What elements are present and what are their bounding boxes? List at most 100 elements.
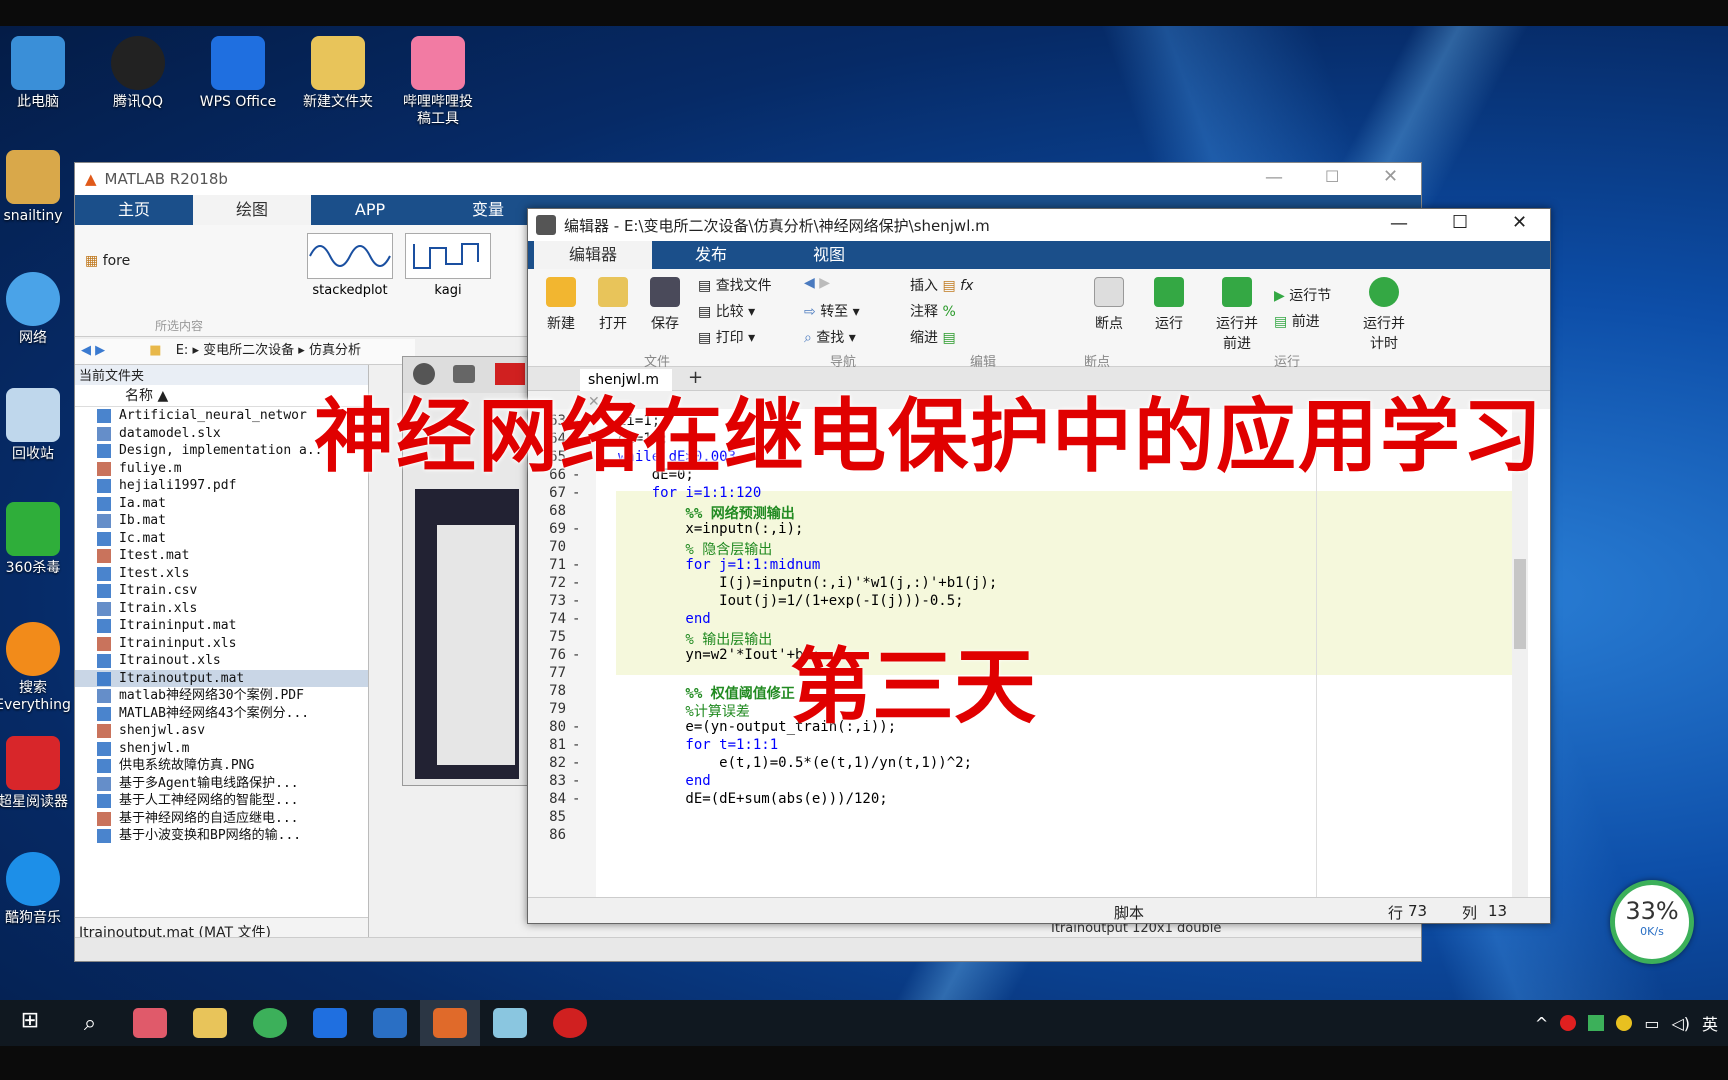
code-line[interactable]: % 隐含层输出 [618,539,772,559]
tab-home[interactable]: 主页 [75,195,193,225]
file-list-item[interactable]: Itraininput.mat [75,617,368,635]
file-list-item[interactable]: Ic.mat [75,530,368,548]
line-marker[interactable]: - [572,737,580,753]
editor-window[interactable]: 编辑器 - E:\变电所二次设备\仿真分析\神经网络保护\shenjwl.m —… [527,208,1551,924]
file-list-item[interactable]: 基于人工神经网络的智能型... [75,792,368,810]
file-list-item[interactable]: Itrain.xls [75,600,368,618]
line-marker[interactable]: - [572,647,580,663]
file-list-item[interactable]: Itest.mat [75,547,368,565]
file-list-item[interactable]: 供电系统故障仿真.PNG [75,757,368,775]
line-marker[interactable]: - [572,521,580,537]
back-arrow-icon[interactable]: ◀ [804,275,815,291]
comment-button[interactable]: 注释 % [910,301,956,321]
minimize-icon[interactable]: — [1390,213,1408,234]
desktop-icon-recycle-bin[interactable]: 回收站 [0,388,78,463]
desktop-icon-kugou[interactable]: 酷狗音乐 [0,852,78,927]
file-list-item[interactable]: MATLAB神经网络43个案例分... [75,705,368,723]
path-segment[interactable]: 变电所二次设备 [203,343,294,358]
code-line[interactable]: Iout(j)=1/(1+exp(-I(j)))-0.5; [618,593,963,609]
save-button[interactable]: 保存 [642,277,688,333]
taskbar-wps[interactable] [300,1000,360,1046]
file-list-item[interactable]: 基于神经网络的自适应继电... [75,810,368,828]
line-marker[interactable]: - [572,575,580,591]
run-and-time-button[interactable]: 运行并 计时 [1358,277,1410,353]
plot-stackedplot[interactable]: stackedplot [307,233,393,298]
path-segment[interactable]: 仿真分析 [309,343,361,358]
variable-selector[interactable]: ▦ fore [85,253,130,269]
file-list-item[interactable]: matlab神经网络30个案例.PDF [75,687,368,705]
desktop-icon-chaoxing[interactable]: 超星阅读器 [0,736,78,811]
code-line[interactable]: end [618,611,710,627]
file-list-item[interactable]: shenjwl.asv [75,722,368,740]
file-list-item[interactable]: 基于小波变换和BP网络的输... [75,827,368,845]
find-button[interactable]: ⌕ 查找 ▾ [804,327,856,347]
advance-button[interactable]: ▤ 前进 [1274,311,1320,331]
maximize-icon[interactable]: ☐ [1325,167,1339,186]
desktop-icon-qq[interactable]: 腾讯QQ [88,36,188,111]
taskbar-notes[interactable] [480,1000,540,1046]
code-line[interactable]: %% 权值阈值修正 [618,683,794,703]
percent-icon[interactable]: % [942,304,955,320]
file-list-item[interactable]: Ib.mat [75,512,368,530]
volume-icon[interactable]: ◁) [1671,1014,1690,1033]
record-tray-icon[interactable] [1560,1015,1577,1031]
file-list-item[interactable]: Itraininput.xls [75,635,368,653]
insert-button[interactable]: 插入 ▤ fx [910,275,973,295]
desktop-icon-360[interactable]: 360杀毒 [0,502,78,577]
maximize-icon[interactable]: ☐ [1452,212,1468,233]
indent-button[interactable]: 缩进 ▤ [910,327,956,347]
indent-icon[interactable]: ▤ [942,330,955,346]
back-arrow-icon[interactable]: ◀ [81,343,91,358]
taskbar-browser[interactable] [240,1000,300,1046]
scrollbar-thumb[interactable] [1514,559,1526,649]
minimize-icon[interactable]: — [1265,167,1283,188]
open-button[interactable]: 打开 [590,277,636,333]
network-tray-icon[interactable]: ▭ [1644,1014,1659,1033]
file-list-item[interactable]: 基于多Agent输电线路保护... [75,775,368,793]
taskbar-zhi[interactable] [360,1000,420,1046]
close-icon[interactable]: ✕ [1512,212,1527,233]
file-list-item[interactable]: Itrain.csv [75,582,368,600]
file-list-item[interactable]: Itrainout.xls [75,652,368,670]
tab-plots[interactable]: 绘图 [193,195,311,225]
desktop-icon-bilibili[interactable]: 哔哩哔哩投 稿工具 [388,36,488,128]
line-marker[interactable]: - [572,719,580,735]
tab-editor[interactable]: 编辑器 [534,241,652,269]
shield-tray-icon[interactable] [1588,1015,1605,1031]
search-button[interactable]: ⌕ [60,1000,120,1046]
tab-publish[interactable]: 发布 [652,241,770,269]
code-line[interactable]: %% 网络预测输出 [618,503,794,523]
taskbar-explorer[interactable] [180,1000,240,1046]
desktop-icon-wps[interactable]: WPS Office [188,36,288,111]
ime-indicator[interactable]: 英 [1702,1011,1718,1035]
compare-button[interactable]: ▤ 比较 ▾ [698,301,755,321]
forward-arrow-icon[interactable]: ▶ [95,343,105,358]
code-line[interactable]: I(j)=inputn(:,i)'*w1(j,:)'+b1(j); [618,575,997,591]
taskbar-app[interactable] [120,1000,180,1046]
tab-view[interactable]: 视图 [770,241,888,269]
file-list-item[interactable]: Itest.xls [75,565,368,583]
desktop-icon-network[interactable]: 网络 [0,272,78,347]
tray-plus-icon[interactable] [1616,1015,1633,1031]
code-line[interactable]: for j=1:1:midnum [618,557,820,573]
code-line[interactable]: for t=1:1:1 [618,737,778,753]
forward-arrow-icon[interactable]: ▶ [819,275,830,291]
run-and-advance-button[interactable]: 运行并 前进 [1212,277,1262,353]
code-line[interactable]: x=inputn(:,i); [618,521,803,537]
path-drive[interactable]: E: [176,343,189,358]
file-list-item[interactable]: Ia.mat [75,495,368,513]
run-button[interactable]: 运行 [1144,277,1194,333]
line-marker[interactable]: - [572,773,580,789]
code-line[interactable]: % 输出层输出 [618,629,772,649]
print-button[interactable]: ▤ 打印 ▾ [698,327,755,347]
line-marker[interactable]: - [572,557,580,573]
desktop-icon-snailtiny[interactable]: snailtiny [0,150,78,225]
chevron-up-icon[interactable]: ^ [1535,1014,1548,1033]
line-marker[interactable]: - [572,755,580,771]
start-button[interactable]: ⊞ [0,1000,60,1046]
code-line[interactable]: end [618,773,710,789]
taskbar-recorder[interactable] [540,1000,600,1046]
breakpoints-button[interactable]: 断点 [1084,277,1134,333]
new-button[interactable]: 新建 [538,277,584,333]
path-bar[interactable]: ◀ ▶ ■ E: ▸ 变电所二次设备 ▸ 仿真分析 [75,339,415,365]
